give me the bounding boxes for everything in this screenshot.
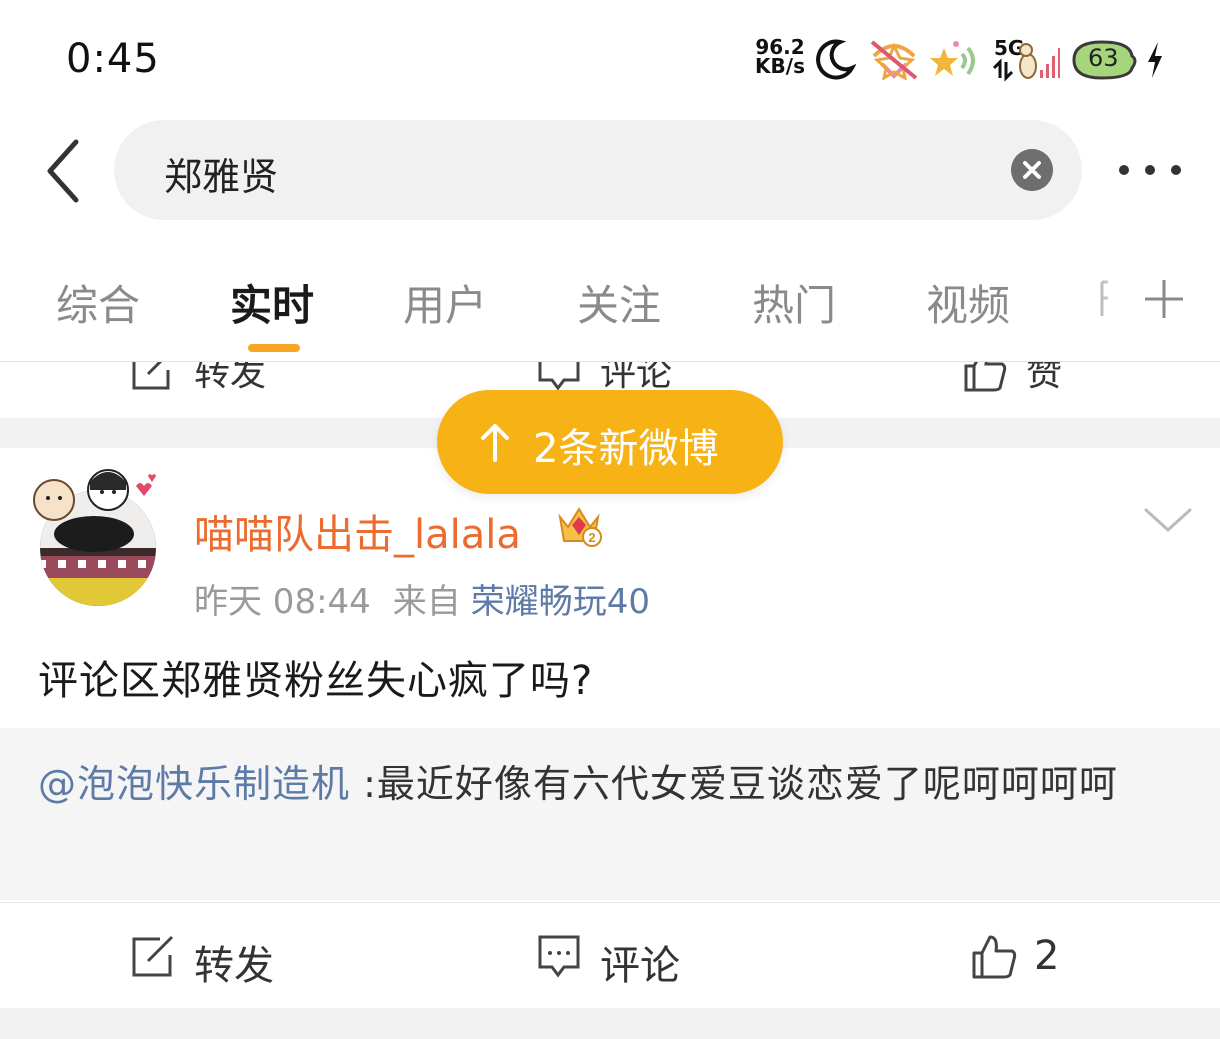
- post-from-label: 来自: [392, 582, 461, 622]
- prev-repost-label: 转发: [194, 362, 267, 394]
- repost-icon: [132, 362, 170, 390]
- prev-like-button[interactable]: 赞: [962, 362, 1082, 400]
- tab-fade: [1080, 262, 1130, 352]
- tab-following[interactable]: 关注: [577, 272, 661, 333]
- user-name[interactable]: 喵喵队出击_lalala: [194, 502, 521, 560]
- like-icon: [972, 935, 1017, 979]
- add-tab-icon[interactable]: [1143, 278, 1185, 320]
- repost-icon: [132, 935, 174, 977]
- new-posts-button[interactable]: 2条新微博: [437, 390, 783, 494]
- tab-hot[interactable]: 热门: [752, 272, 836, 333]
- clear-search-icon[interactable]: [1011, 149, 1053, 191]
- status-bar: 0:45 96.2 KB/s 5G 63: [0, 0, 1220, 110]
- charging-icon: [1148, 42, 1162, 78]
- new-posts-label: 2条新微博: [533, 426, 719, 472]
- post-meta: 昨天 08:44 来自 荣耀畅玩40: [194, 574, 650, 623]
- more-options-icon[interactable]: [1112, 150, 1188, 190]
- post-time: 昨天 08:44: [194, 582, 371, 622]
- like-icon: [964, 362, 1007, 392]
- moon-icon: [816, 39, 856, 80]
- comment-label: 评论: [600, 943, 680, 989]
- search-box[interactable]: 郑雅贤: [114, 120, 1082, 220]
- like-count: 2: [1034, 933, 1060, 979]
- tab-active-indicator: [248, 344, 300, 352]
- post-actions: 转发 评论 2: [0, 902, 1220, 1008]
- tab-bar: 综合 实时 用户 关注 热门 视频: [0, 262, 1220, 362]
- signal-icon: [992, 43, 1060, 82]
- back-button[interactable]: [40, 136, 90, 206]
- vip-level: 2: [588, 530, 595, 545]
- repost-box[interactable]: @泡泡快乐制造机 :最近好像有六代女爱豆谈恋爱了呢呵呵呵呵: [0, 728, 1220, 900]
- notification-off-icon: [870, 40, 918, 80]
- chevron-down-icon[interactable]: [1140, 500, 1196, 540]
- repost-text: :最近好像有六代女爱豆谈恋爱了呢呵呵呵呵: [350, 762, 1118, 806]
- tab-comprehensive[interactable]: 综合: [56, 272, 140, 333]
- prev-like-label: 赞: [1026, 362, 1063, 394]
- wifi-icon: [930, 41, 975, 76]
- status-icons: 96.2 KB/s 5G 63: [752, 36, 1172, 84]
- arrow-up-icon: [481, 424, 509, 462]
- net-speed: 96.2 KB/s: [752, 37, 808, 78]
- user-avatar[interactable]: [28, 468, 164, 608]
- post-text: 评论区郑雅贤粉丝失心疯了吗?: [38, 658, 594, 704]
- prev-repost-button[interactable]: 转发: [130, 362, 290, 400]
- comment-icon: [538, 935, 580, 978]
- search-input[interactable]: 郑雅贤: [164, 146, 278, 201]
- vip-crown-icon[interactable]: 2: [556, 503, 602, 547]
- comment-icon: [538, 362, 580, 391]
- status-time: 0:45: [66, 36, 160, 82]
- post-source[interactable]: 荣耀畅玩40: [471, 582, 650, 622]
- like-button[interactable]: 2: [970, 929, 1080, 985]
- card-separator-bottom: [0, 1008, 1220, 1039]
- repost-button[interactable]: 转发: [130, 929, 300, 989]
- tab-users[interactable]: 用户: [403, 272, 487, 333]
- repost-content: @泡泡快乐制造机 :最近好像有六代女爱豆谈恋爱了呢呵呵呵呵: [38, 752, 1168, 816]
- tab-realtime[interactable]: 实时: [230, 272, 314, 333]
- comment-button[interactable]: 评论: [536, 929, 706, 989]
- repost-label: 转发: [194, 943, 274, 989]
- repost-user[interactable]: @泡泡快乐制造机: [38, 762, 350, 806]
- net-speed-unit: KB/s: [755, 54, 805, 78]
- battery-level: 63: [1088, 44, 1119, 72]
- tab-video[interactable]: 视频: [926, 272, 1010, 333]
